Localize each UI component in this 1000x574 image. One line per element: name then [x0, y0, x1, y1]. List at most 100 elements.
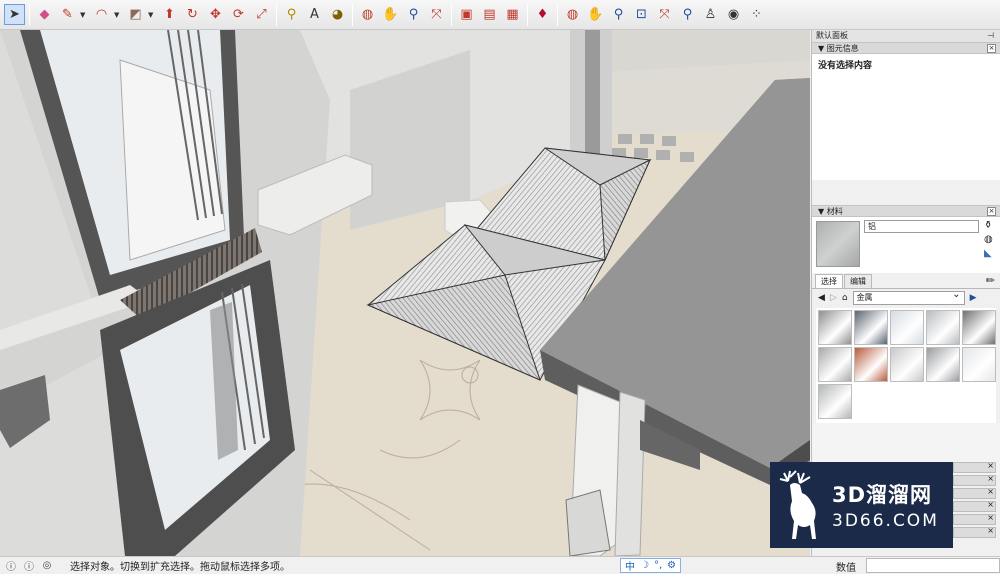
- tape-measure-icon[interactable]: ⚲: [281, 4, 302, 25]
- shape-dropdown-icon[interactable]: ▼: [148, 11, 156, 19]
- home-icon[interactable]: ⌂: [842, 293, 848, 303]
- ime-indicator[interactable]: 中 ☽ °, ⚙: [620, 558, 682, 573]
- follow-me-icon[interactable]: ↻: [182, 4, 203, 25]
- materials-header[interactable]: ▼ 材料 ×: [812, 205, 1000, 217]
- material-swatch-grid: [816, 308, 996, 423]
- pin-icon[interactable]: ⊣: [987, 30, 994, 42]
- scene-drawing: [0, 30, 810, 556]
- modeling-viewport[interactable]: [0, 30, 810, 556]
- watermark-title: 3D溜溜网: [832, 483, 933, 507]
- collapsed-panels: [953, 461, 996, 540]
- material-swatch-metal-dark-grey[interactable]: [962, 310, 996, 345]
- user-icon[interactable]: ◎: [40, 560, 54, 571]
- close-icon[interactable]: ×: [987, 206, 996, 216]
- tray-title: 默认面板: [816, 31, 848, 40]
- entity-info-header[interactable]: ▼ 图元信息 ×: [812, 42, 1000, 54]
- material-swatch-metal-light-blue[interactable]: [890, 310, 924, 345]
- entity-info-title: 图元信息: [826, 43, 859, 53]
- collapse-arrow-icon: ▼: [818, 43, 827, 53]
- zoom-extents-icon-2[interactable]: ⤧: [654, 4, 675, 25]
- default-material-icon[interactable]: ◣: [984, 248, 996, 259]
- look-around-eye-icon[interactable]: ◉: [723, 4, 744, 25]
- zoom-icon[interactable]: ⚲: [403, 4, 424, 25]
- status-message: 选择对象。切换到扩充选择。拖动鼠标选择多项。: [70, 562, 290, 573]
- select-arrow-icon[interactable]: ➤: [4, 4, 25, 25]
- collapsed-panel-bar[interactable]: [953, 526, 996, 538]
- sample-paint-icon[interactable]: ⚱: [984, 220, 996, 231]
- eraser-icon[interactable]: ◆: [34, 4, 55, 25]
- deer-logo-icon: [779, 470, 816, 539]
- entity-info-body: 没有选择内容: [812, 54, 1000, 180]
- material-swatch-metal-diamond-plate[interactable]: [890, 347, 924, 382]
- material-swatch-metal-brushed[interactable]: [818, 347, 852, 382]
- line-dropdown-icon[interactable]: ▼: [80, 11, 88, 19]
- sketchup-window: ➤ ◆ ✎ ▼ ◠ ▼ ◩ ▼ ⬆ ↻ ✥ ⟳ ⤢ ⚲ A ◕ ◍ ✋ ⚲ ⤧ …: [0, 0, 1000, 574]
- zoom-extents-icon[interactable]: ⤧: [426, 4, 447, 25]
- orbit-icon[interactable]: ◍: [357, 4, 378, 25]
- collapsed-panel-bar[interactable]: [953, 461, 996, 473]
- material-swatch-metal-white[interactable]: [962, 347, 996, 382]
- details-arrow-icon[interactable]: ▶: [970, 293, 977, 303]
- create-material-icon[interactable]: ◍: [984, 234, 996, 245]
- pan-hand-icon[interactable]: ✋: [380, 4, 401, 25]
- tab-select[interactable]: 选择: [815, 274, 843, 288]
- watermark-subtitle: 3D66.COM: [832, 511, 939, 531]
- measurements-input[interactable]: [866, 558, 1000, 573]
- arc-icon[interactable]: ◠: [91, 4, 112, 25]
- collapsed-panel-bar[interactable]: [953, 474, 996, 486]
- paint-bucket-icon[interactable]: ◕: [327, 4, 348, 25]
- collapse-arrow-icon: ▼: [818, 206, 827, 216]
- forward-arrow-icon[interactable]: ▷: [830, 293, 837, 303]
- material-preview-area: 铝 ⚱ ◍ ◣: [812, 217, 1000, 273]
- warehouse-icon[interactable]: ▣: [456, 4, 477, 25]
- zoom-icon-2[interactable]: ⚲: [608, 4, 629, 25]
- material-swatch-metal-copper[interactable]: [854, 347, 888, 382]
- share-model-icon[interactable]: ▤: [479, 4, 500, 25]
- arc-dropdown-icon[interactable]: ▼: [114, 11, 122, 19]
- pan-hand-icon-2[interactable]: ✋: [585, 4, 606, 25]
- ime-language: 中: [625, 562, 635, 573]
- credits-icon[interactable]: ⓘ: [22, 558, 36, 573]
- pencil-line-icon[interactable]: ✎: [57, 4, 78, 25]
- materials-tabs: 选择 编辑 ✏: [812, 273, 1000, 289]
- measurements-label: 数值: [836, 563, 856, 574]
- position-camera-icon[interactable]: ⚲: [677, 4, 698, 25]
- text-tool-icon[interactable]: A: [304, 4, 325, 25]
- extension-warehouse-icon[interactable]: ▦: [502, 4, 523, 25]
- close-icon[interactable]: ×: [987, 43, 996, 53]
- tab-edit[interactable]: 编辑: [844, 274, 872, 288]
- collapsed-panel-bar[interactable]: [953, 500, 996, 512]
- zoom-window-icon[interactable]: ⊡: [631, 4, 652, 25]
- current-material-swatch[interactable]: [816, 221, 860, 267]
- gear-icon: ⚙: [667, 560, 677, 571]
- material-name-field[interactable]: 铝: [864, 220, 979, 233]
- material-swatch-metal-blue-dark[interactable]: [854, 310, 888, 345]
- rectangle-icon[interactable]: ◩: [125, 4, 146, 25]
- main-toolbar: ➤ ◆ ✎ ▼ ◠ ▼ ◩ ▼ ⬆ ↻ ✥ ⟳ ⤢ ⚲ A ◕ ◍ ✋ ⚲ ⤧ …: [0, 0, 1000, 30]
- moon-icon: ☽: [640, 560, 649, 571]
- rotate-icon[interactable]: ⟳: [228, 4, 249, 25]
- tray-title-bar: 默认面板 ⊣: [812, 30, 1000, 42]
- status-bar: ⓘ ⓘ ◎ 选择对象。切换到扩充选择。拖动鼠标选择多项。 中 ☽ °, ⚙ 数值: [0, 556, 1000, 574]
- walk-person-icon[interactable]: ♙: [700, 4, 721, 25]
- scale-icon[interactable]: ⤢: [251, 4, 272, 25]
- material-swatch-metal-aluminum[interactable]: [818, 384, 852, 419]
- geolocation-icon[interactable]: ⓘ: [4, 558, 18, 573]
- pencil-icon[interactable]: ✏: [986, 274, 995, 287]
- collapsed-panel-bar[interactable]: [953, 487, 996, 499]
- ruby-icon[interactable]: ♦: [532, 4, 553, 25]
- move-icon[interactable]: ✥: [205, 4, 226, 25]
- collapsed-panel-bar[interactable]: [953, 513, 996, 525]
- no-selection-text: 没有选择内容: [818, 61, 873, 71]
- orbit-icon-2[interactable]: ◍: [562, 4, 583, 25]
- materials-title: 材料: [826, 206, 843, 216]
- punctuation-icon: °,: [653, 560, 663, 571]
- push-pull-icon[interactable]: ⬆: [159, 4, 180, 25]
- watermark-logo: 3D溜溜网 3D66.COM: [770, 462, 953, 548]
- back-arrow-icon[interactable]: ◀: [818, 293, 825, 303]
- material-swatch-metal-grey[interactable]: [926, 347, 960, 382]
- material-swatch-metal-silver[interactable]: [926, 310, 960, 345]
- material-swatch-metal-pattern[interactable]: [818, 310, 852, 345]
- footprints-icon[interactable]: ⁘: [746, 4, 767, 25]
- material-library-select[interactable]: 金属: [852, 289, 965, 305]
